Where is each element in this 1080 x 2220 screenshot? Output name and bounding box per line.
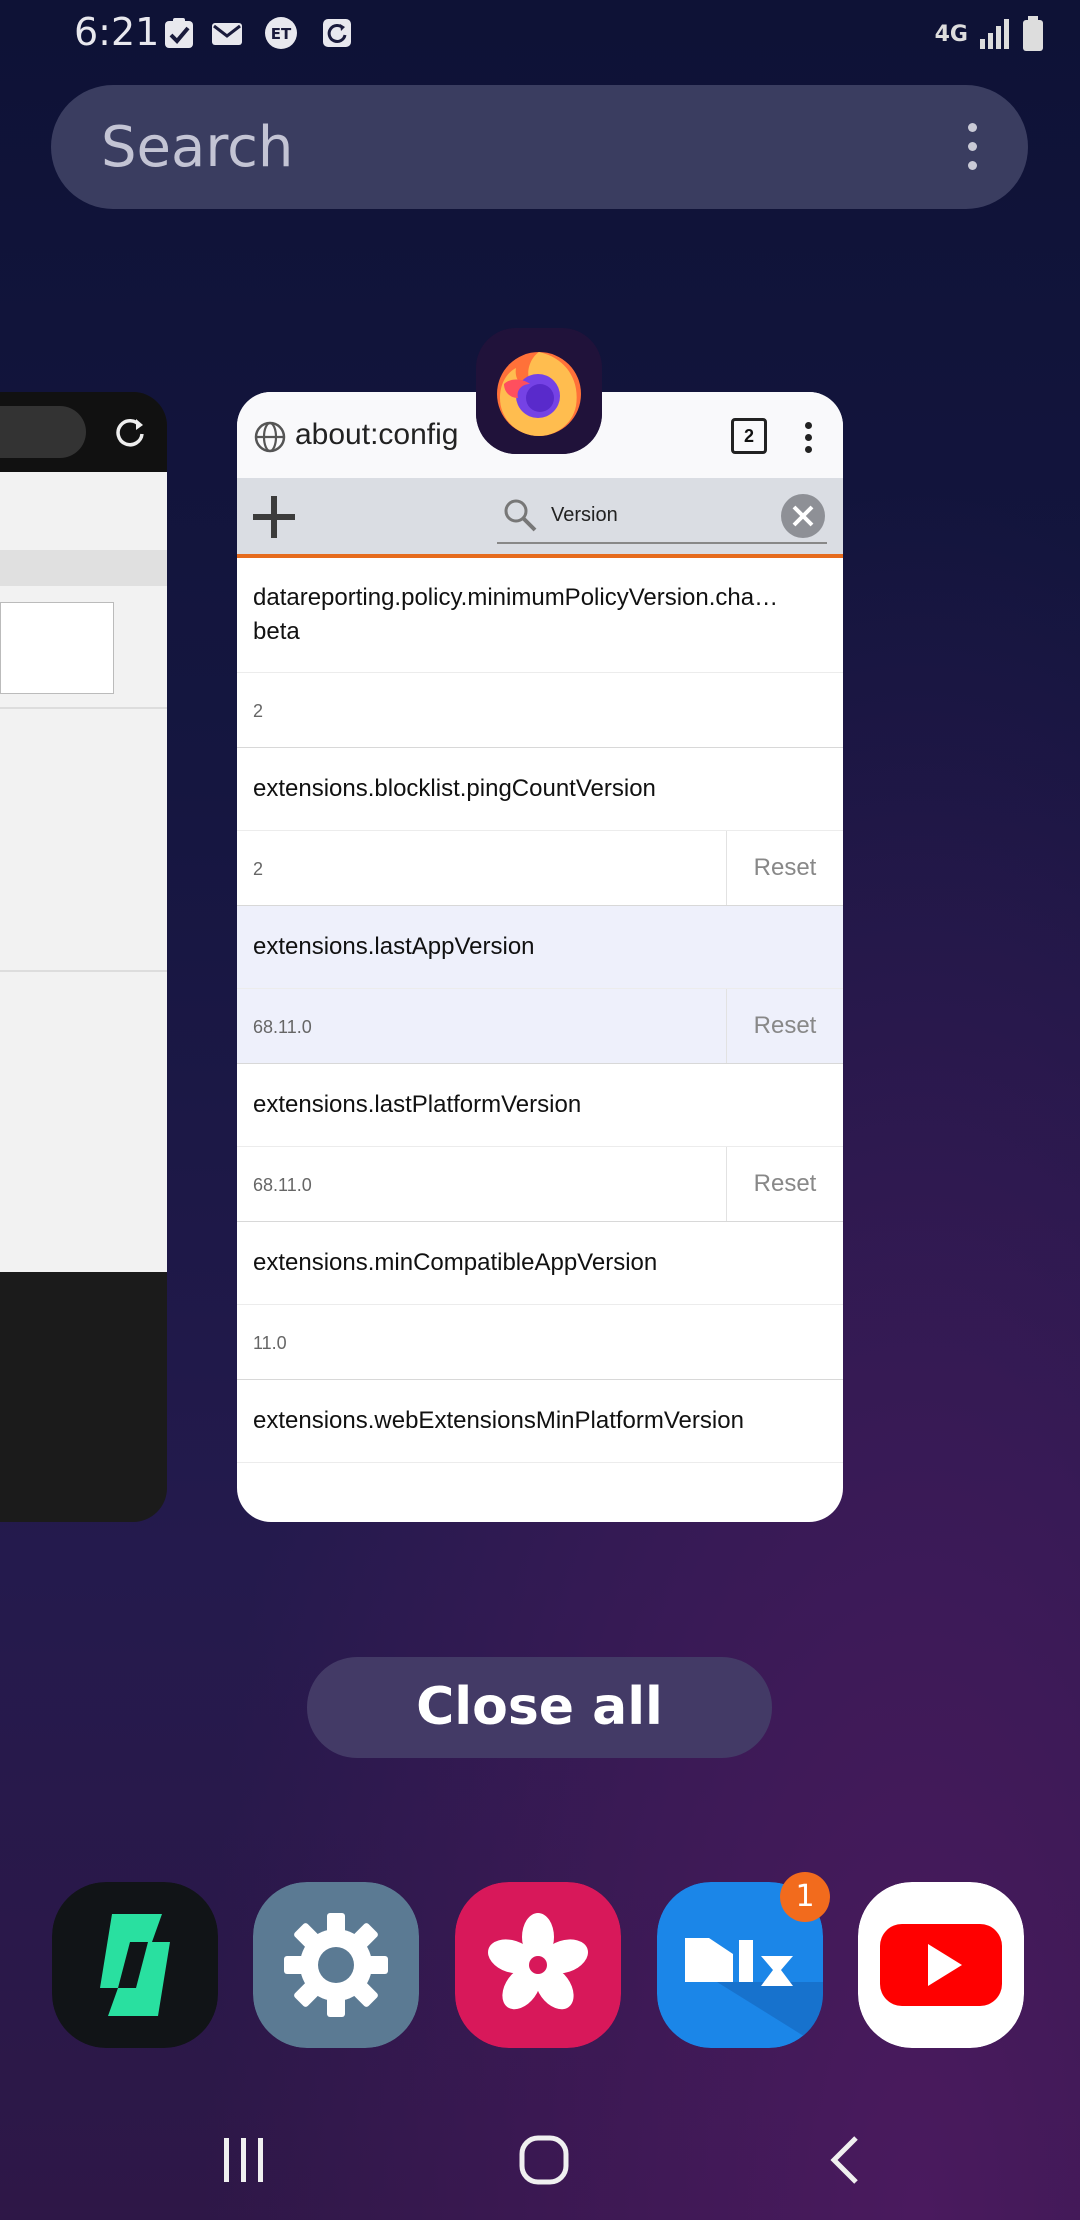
back-icon[interactable]: [818, 2130, 878, 2190]
pref-name-row[interactable]: extensions.lastPlatformVersion: [237, 1063, 843, 1146]
previous-card-url-bar: [0, 406, 86, 458]
pref-value: 68.11.0: [253, 1017, 312, 1037]
notification-badge: 1: [780, 1872, 830, 1922]
pref-value-row[interactable]: 11.0: [237, 1304, 843, 1379]
url-text[interactable]: about:config: [295, 418, 458, 452]
clock: 6:21: [74, 10, 160, 54]
refresh-notification-icon: [323, 19, 351, 47]
pref-name: extensions.webExtensionsMinPlatformVersi…: [253, 1407, 744, 1434]
browser-menu-icon[interactable]: [805, 422, 813, 458]
pref-value: 2: [253, 701, 264, 721]
reset-button[interactable]: Reset: [726, 989, 843, 1063]
pref-value-row[interactable]: 2: [237, 672, 843, 747]
tab-counter[interactable]: 2: [731, 418, 767, 454]
recent-app-card-previous[interactable]: [0, 392, 167, 1522]
reset-button[interactable]: Reset: [726, 831, 843, 905]
pref-name-row[interactable]: extensions.webExtensionsMinPlatformVersi…: [237, 1379, 843, 1462]
reset-button[interactable]: Reset: [726, 1147, 843, 1221]
mail-icon: [212, 23, 242, 45]
firefox-icon[interactable]: [476, 328, 602, 454]
settings-icon[interactable]: [253, 1882, 419, 2048]
more-vert-icon[interactable]: [968, 123, 978, 171]
svg-text:ET: ET: [271, 25, 292, 43]
home-icon[interactable]: [514, 2130, 574, 2190]
close-all-button[interactable]: Close all: [307, 1657, 772, 1758]
filter-search-field[interactable]: Version: [497, 492, 827, 544]
deezer-icon[interactable]: [52, 1882, 218, 2048]
pref-value: 11.0: [253, 1333, 287, 1353]
pref-list: datareporting.policy.minimumPolicyVersio…: [237, 558, 843, 1522]
previous-card-content: [0, 472, 167, 1272]
search-icon: [504, 499, 537, 532]
pref-value: 68.11.0: [253, 1175, 312, 1195]
pref-name-row[interactable]: extensions.minCompatibleAppVersion: [237, 1221, 843, 1304]
config-filter-bar: Version: [237, 478, 843, 558]
reload-icon: [116, 418, 144, 447]
globe-icon: [254, 421, 286, 453]
add-pref-icon[interactable]: [251, 494, 297, 540]
network-type: 4G: [934, 21, 968, 47]
pref-value-row[interactable]: [237, 1462, 843, 1522]
recent-app-card-firefox[interactable]: about:config 2 Version datareporting.pol…: [237, 392, 843, 1522]
pref-name: extensions.lastPlatformVersion: [253, 1091, 582, 1118]
battery-icon: [1023, 16, 1043, 51]
pref-name-row[interactable]: datareporting.policy.minimumPolicyVersio…: [237, 558, 843, 672]
recents-icon[interactable]: [214, 2130, 274, 2190]
signal-icon: [980, 19, 1009, 49]
pref-value-row[interactable]: 68.11.0 Reset: [237, 988, 843, 1063]
clear-filter-icon[interactable]: [781, 494, 825, 538]
pref-value: 2: [253, 859, 264, 879]
pref-value-row[interactable]: 68.11.0 Reset: [237, 1146, 843, 1221]
pref-name: extensions.blocklist.pingCountVersion: [253, 775, 656, 802]
pref-name-row[interactable]: extensions.lastAppVersion: [237, 905, 843, 988]
et-icon: ET: [265, 17, 297, 49]
status-bar: 6:21 ET 4G: [0, 0, 1080, 66]
youtube-icon[interactable]: [858, 1882, 1024, 2048]
recents-search-bar[interactable]: Search: [51, 85, 1028, 209]
pref-name-row[interactable]: extensions.blocklist.pingCountVersion: [237, 747, 843, 830]
previous-card-toolbar: [0, 392, 167, 472]
pref-name: extensions.minCompatibleAppVersion: [253, 1249, 658, 1276]
task-check-icon: [165, 18, 193, 48]
pref-name: datareporting.policy.minimumPolicyVersio…: [253, 584, 779, 645]
gallery-icon[interactable]: [455, 1882, 621, 2048]
search-placeholder: Search: [101, 115, 294, 180]
filter-input[interactable]: Version: [551, 504, 618, 527]
pref-value-row[interactable]: 2 Reset: [237, 830, 843, 905]
pref-name: extensions.lastAppVersion: [253, 933, 535, 960]
